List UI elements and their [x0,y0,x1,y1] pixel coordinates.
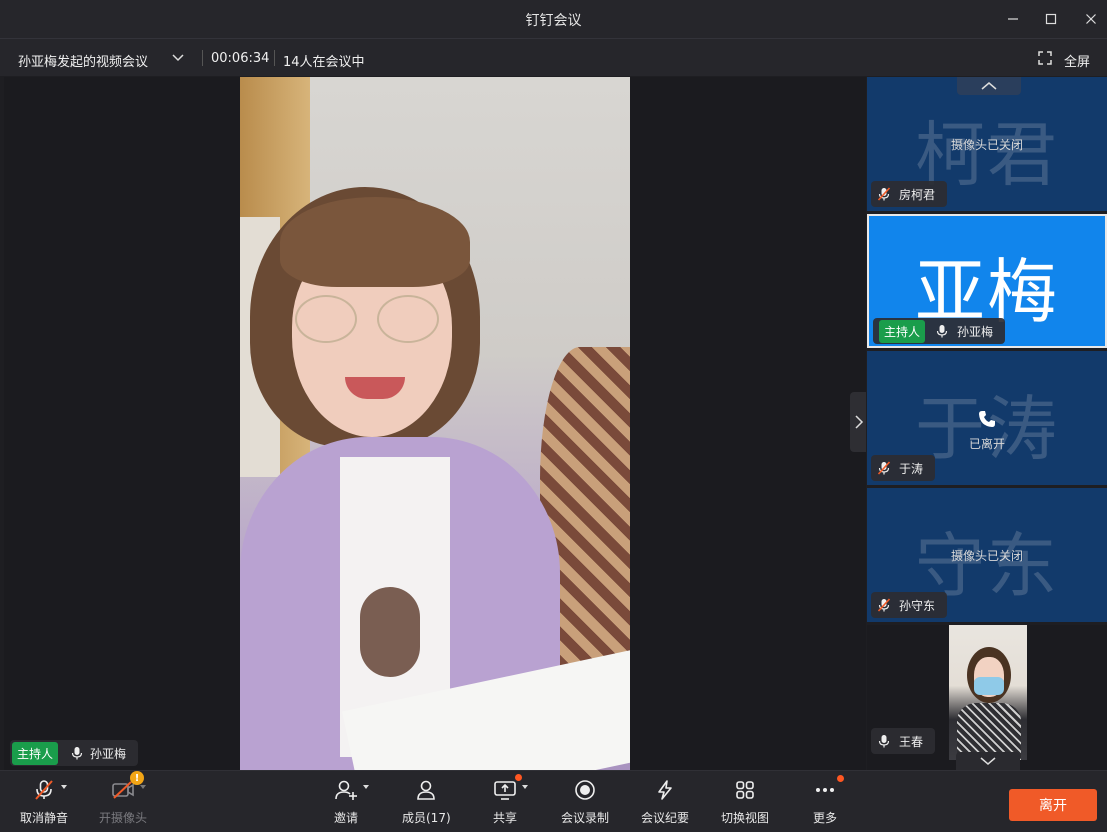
more-button[interactable]: 更多 [812,775,844,829]
invite-button[interactable]: 邀请 [333,777,369,829]
notification-dot [837,775,844,782]
microphone-icon [936,325,948,338]
participant-name-tag: 于涛 [871,455,936,481]
minutes-button[interactable]: 会议纪要 [641,777,689,829]
participant-tile[interactable]: 柯君 摄像头已关闭 房柯君 [867,77,1107,211]
participant-count: 14人在会议中 [283,55,365,70]
maximize-icon [1045,13,1057,25]
participant-name-tag: 孙守东 [871,592,948,618]
main-video-stage [4,77,866,770]
record-icon [575,780,595,800]
caret-down-icon[interactable] [61,785,67,789]
participant-panel: 柯君 摄像头已关闭 房柯君 亚梅 主持人 孙亚梅 于涛 已离开 于涛 守东 摄像… [866,77,1107,770]
more-icon [816,788,834,792]
caret-down-icon[interactable] [140,785,146,789]
share-label: 共享 [492,811,517,825]
camera-off-status: 摄像头已关闭 [950,138,1023,152]
mic-muted-icon [35,780,53,800]
warning-icon: ! [130,771,144,785]
microphone-icon [878,735,890,748]
divider [274,50,275,66]
microphone-icon [71,747,83,760]
left-status: 已离开 [968,437,1005,451]
participant-name: 孙守东 [899,598,936,613]
camera-off-status: 摄像头已关闭 [950,549,1023,563]
scroll-up-button[interactable] [957,77,1021,95]
minutes-label: 会议纪要 [641,811,690,825]
participant-tile[interactable]: 于涛 已离开 于涛 [867,351,1107,485]
switch-view-label: 切换视图 [721,811,770,825]
members-button[interactable]: 成员(17) [402,777,451,829]
participant-tile-active[interactable]: 亚梅 主持人 孙亚梅 [867,214,1107,348]
title-bar: 钉钉会议 [0,0,1107,38]
participant-name: 孙亚梅 [957,324,994,339]
caret-down-icon[interactable] [363,785,369,789]
switch-view-button[interactable]: 切换视图 [721,777,769,829]
participant-name-tag: 主持人 孙亚梅 [873,318,1006,344]
more-label: 更多 [812,811,837,825]
speaker-name: 孙亚梅 [90,746,127,761]
caret-down-icon[interactable] [522,785,528,789]
participant-tile[interactable]: 王春 [867,625,1107,770]
meeting-timer: 00:06:34 [211,51,270,66]
grid-view-icon [736,781,754,799]
participant-tile[interactable]: 守东 摄像头已关闭 孙守东 [867,488,1107,622]
fullscreen-button[interactable]: 全屏 [1064,51,1090,70]
speaker-video [240,77,630,770]
notification-dot [515,774,522,781]
fullscreen-icon[interactable] [1038,51,1052,65]
close-button[interactable] [1080,8,1102,30]
unmute-button[interactable]: 取消静音 [20,777,68,829]
members-label: 成员(17) [402,811,451,825]
share-screen-icon [494,781,516,800]
add-user-icon [335,780,357,800]
camera-label: 开摄像头 [99,811,148,825]
chevron-down-icon [980,757,996,765]
window-title: 钉钉会议 [525,13,582,29]
speaker-name-tag: 主持人 孙亚梅 [10,740,139,766]
chevron-right-icon [855,415,864,429]
host-badge: 主持人 [12,741,59,765]
participant-name: 王春 [899,734,924,749]
meeting-name[interactable]: 孙亚梅发起的视频会议 [18,51,148,70]
invite-label: 邀请 [333,811,358,825]
leave-button[interactable]: 离开 [1009,789,1097,821]
host-badge: 主持人 [879,319,926,343]
record-button[interactable]: 会议录制 [561,777,609,829]
minimize-icon [1008,18,1018,20]
meeting-toolbar: 取消静音 ! 开摄像头 邀请 成员(17) 共享 会议录制 会议纪要 切换视图 … [0,770,1107,832]
record-label: 会议录制 [561,811,610,825]
camera-button[interactable]: ! 开摄像头 [99,771,148,829]
mic-muted-icon [877,598,891,612]
members-icon [417,780,436,800]
mic-muted-icon [877,461,891,475]
divider [202,50,203,66]
participant-video [949,625,1027,760]
chevron-down-icon[interactable] [170,49,186,65]
unmute-label: 取消静音 [20,811,69,825]
mic-muted-icon [877,187,891,201]
chevron-up-icon [981,82,997,90]
participant-name: 房柯君 [899,187,936,202]
phone-icon [979,411,995,427]
share-button[interactable]: 共享 [492,774,528,829]
scroll-down-button[interactable] [956,752,1020,770]
lightning-icon [658,780,672,800]
participant-name-tag: 房柯君 [871,181,948,207]
participant-name-tag: 王春 [871,728,936,754]
close-icon [1086,14,1096,24]
participant-name: 于涛 [899,461,924,476]
meeting-info-bar: 孙亚梅发起的视频会议 00:06:34 14人在会议中 全屏 [0,38,1107,76]
maximize-button[interactable] [1040,8,1062,30]
minimize-button[interactable] [1002,8,1024,30]
